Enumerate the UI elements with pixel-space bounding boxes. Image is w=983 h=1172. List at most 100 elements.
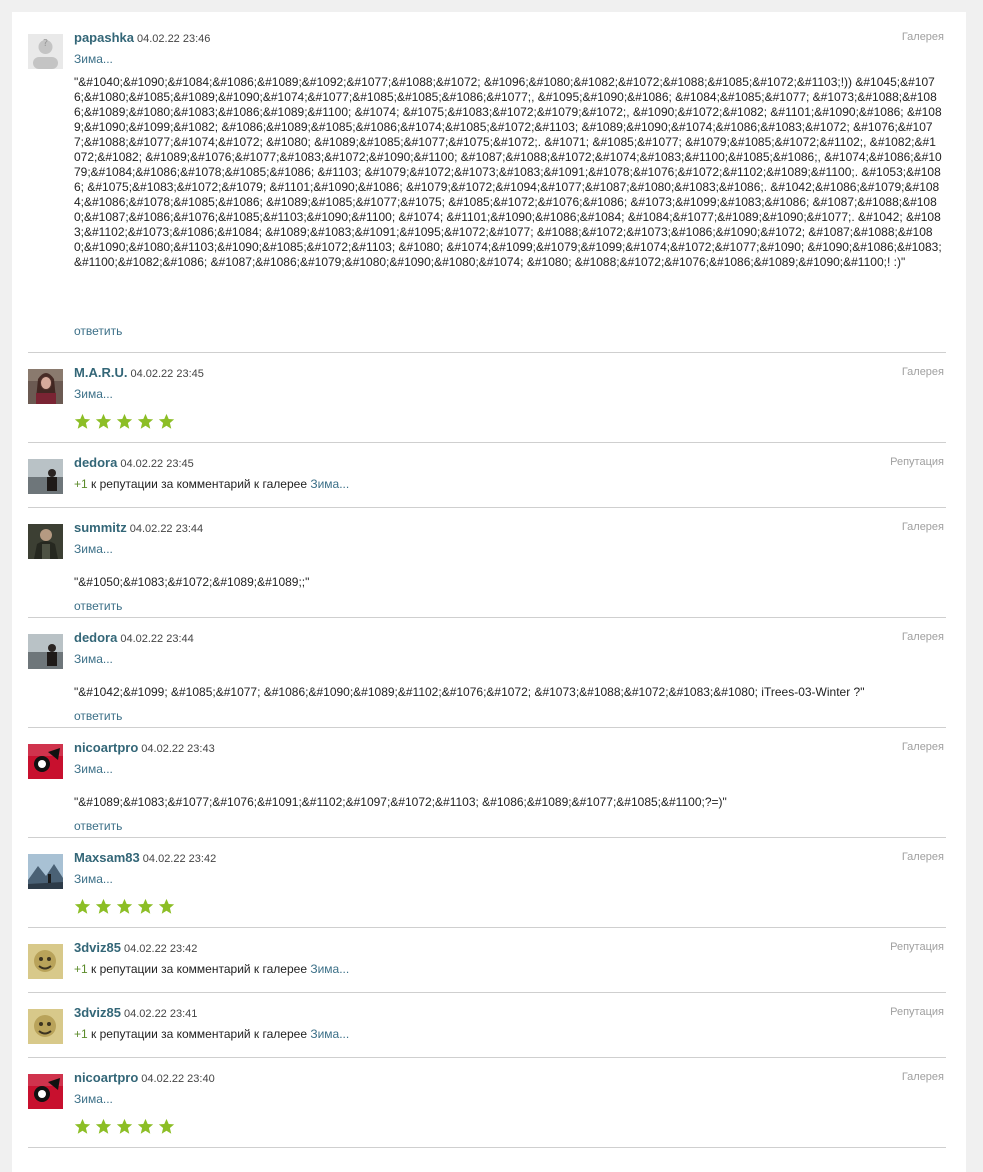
username-link[interactable]: papashka — [74, 30, 134, 45]
timestamp: 04.02.22 23:42 — [123, 943, 198, 955]
divider — [28, 1147, 946, 1148]
star-icon — [74, 413, 91, 429]
username-link[interactable]: summitz — [74, 520, 127, 535]
seaside-person-avatar[interactable] — [28, 459, 63, 494]
star-rating — [74, 1118, 179, 1138]
star-icon — [158, 1118, 175, 1134]
comment-header: papashka 04.02.22 23:46 — [74, 30, 210, 45]
gallery-link[interactable]: Зима... — [74, 652, 113, 666]
divider — [28, 992, 946, 993]
item-type-label: Галерея — [901, 31, 944, 43]
reply-link[interactable]: ответить — [74, 709, 122, 723]
item-type-label: Репутация — [890, 941, 944, 953]
reputation-text: к репутации за комментарий к галерее — [91, 962, 307, 976]
gallery-link[interactable]: Зима... — [74, 542, 113, 556]
gallery-link[interactable]: Зима... — [74, 52, 113, 66]
yellow-face-avatar[interactable] — [28, 1009, 63, 1044]
timestamp: 04.02.22 23:45 — [130, 368, 204, 380]
username-link[interactable]: Maxsam83 — [74, 850, 140, 865]
divider — [28, 442, 946, 443]
divider — [28, 927, 946, 928]
item-type-label: Репутация — [890, 1006, 944, 1018]
star-icon — [137, 1118, 154, 1134]
divider — [28, 507, 946, 508]
reply-link[interactable]: ответить — [74, 324, 122, 338]
username-link[interactable]: nicoartpro — [74, 740, 138, 755]
timestamp: 04.02.22 23:46 — [136, 33, 211, 45]
item-type-label: Галерея — [901, 851, 944, 863]
gallery-link[interactable]: Зима... — [310, 1027, 349, 1041]
item-type-label: Галерея — [901, 741, 944, 753]
star-icon — [137, 413, 154, 429]
svg-text:?: ? — [43, 38, 48, 49]
gallery-link[interactable]: Зима... — [310, 477, 349, 491]
timestamp: 04.02.22 23:42 — [142, 853, 217, 865]
dark-figure-avatar[interactable] — [28, 524, 63, 559]
item-type-label: Галерея — [901, 521, 944, 533]
divider — [28, 617, 946, 618]
username-link[interactable]: 3dviz85 — [74, 940, 121, 955]
star-icon — [74, 1118, 91, 1134]
reputation-item: dedora 04.02.22 23:45 Репутация +1 к репу… — [28, 455, 946, 507]
star-icon — [95, 1118, 112, 1134]
timestamp: 04.02.22 23:43 — [141, 743, 215, 755]
star-icon — [116, 898, 133, 914]
username-link[interactable]: M.A.R.U. — [74, 365, 127, 380]
divider — [28, 727, 946, 728]
seaside-person-avatar[interactable] — [28, 634, 63, 669]
star-icon — [95, 413, 112, 429]
mountain-avatar[interactable] — [28, 854, 63, 889]
star-icon — [116, 1118, 133, 1134]
item-type-label: Галерея — [901, 366, 944, 378]
username-link[interactable]: dedora — [74, 455, 117, 470]
reputation-text: к репутации за комментарий к галерее — [91, 477, 307, 491]
star-icon — [158, 413, 175, 429]
comment-text: "&#1050;&#1083;&#1072;&#1089;&#1089;;" — [74, 575, 310, 589]
star-icon — [137, 898, 154, 914]
reply-link[interactable]: ответить — [74, 819, 122, 833]
activity-feed: ? papashka 04.02.22 23:46 Галерея Зима...… — [12, 12, 966, 1172]
star-icon — [158, 898, 175, 914]
woman-portrait-avatar[interactable] — [28, 369, 63, 404]
reputation-points: +1 — [74, 1027, 88, 1041]
gallery-link[interactable]: Зима... — [310, 962, 349, 976]
timestamp: 04.02.22 23:40 — [141, 1073, 215, 1085]
timestamp: 04.02.22 23:45 — [120, 458, 194, 470]
gallery-link[interactable]: Зима... — [74, 762, 113, 776]
red-logo-avatar[interactable] — [28, 744, 63, 779]
timestamp: 04.02.22 23:41 — [123, 1008, 198, 1020]
reply-link[interactable]: ответить — [74, 599, 122, 613]
star-rating — [74, 413, 179, 433]
gallery-link[interactable]: Зима... — [74, 1092, 113, 1106]
item-type-label: Репутация — [890, 456, 944, 468]
item-type-label: Галерея — [901, 1071, 944, 1083]
comment-item: summitz 04.02.22 23:44 Галерея Зима... "&… — [28, 520, 946, 615]
star-icon — [95, 898, 112, 914]
red-logo-avatar[interactable] — [28, 1074, 63, 1109]
username-link[interactable]: 3dviz85 — [74, 1005, 121, 1020]
comment-item: nicoartpro 04.02.22 23:43 Галерея Зима...… — [28, 740, 946, 835]
comment-item: ? papashka 04.02.22 23:46 Галерея Зима...… — [28, 30, 946, 340]
gallery-link[interactable]: Зима... — [74, 387, 113, 401]
divider — [28, 1057, 946, 1058]
star-rating — [74, 898, 179, 918]
placeholder-avatar[interactable]: ? — [28, 34, 63, 69]
reputation-points: +1 — [74, 962, 88, 976]
timestamp: 04.02.22 23:44 — [129, 523, 204, 535]
reputation-points: +1 — [74, 477, 88, 491]
comment-item: dedora 04.02.22 23:44 Галерея Зима... "&#… — [28, 630, 946, 725]
rating-item: Maxsam83 04.02.22 23:42 Галерея Зима... — [28, 850, 946, 925]
star-icon — [74, 898, 91, 914]
yellow-face-avatar[interactable] — [28, 944, 63, 979]
reputation-item: 3dviz85 04.02.22 23:41 Репутация +1 к реп… — [28, 1005, 946, 1057]
comment-text: "&#1042;&#1099; &#1085;&#1077; &#1086;&#… — [74, 685, 865, 699]
gallery-link[interactable]: Зима... — [74, 872, 113, 886]
comment-text: "&#1089;&#1083;&#1077;&#1076;&#1091;&#11… — [74, 795, 727, 809]
username-link[interactable]: dedora — [74, 630, 117, 645]
comment-text: "&#1040;&#1090;&#1084;&#1086;&#1089;&#10… — [74, 75, 942, 269]
username-link[interactable]: nicoartpro — [74, 1070, 138, 1085]
timestamp: 04.02.22 23:44 — [120, 633, 194, 645]
reputation-text: к репутации за комментарий к галерее — [91, 1027, 307, 1041]
star-icon — [116, 413, 133, 429]
rating-item: nicoartpro 04.02.22 23:40 Галерея Зима... — [28, 1070, 946, 1145]
